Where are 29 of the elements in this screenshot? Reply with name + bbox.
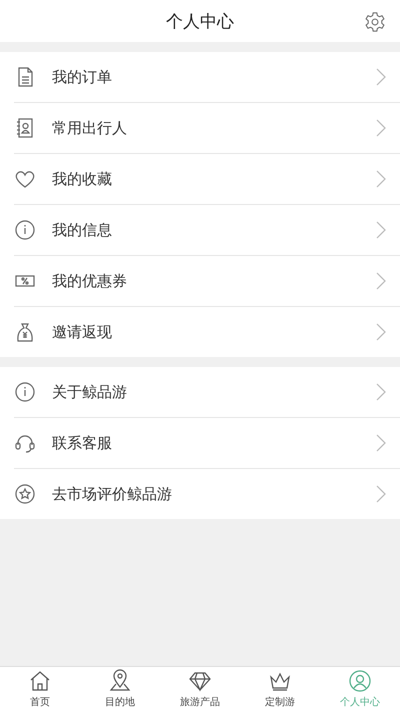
- tab[interactable]: 旅游产品: [160, 667, 240, 711]
- chevron-right-icon: [376, 68, 386, 86]
- menu-item[interactable]: 关于鲸品游: [0, 367, 400, 417]
- person-icon: [348, 669, 372, 693]
- chevron-right-icon: [376, 119, 386, 137]
- menu-item[interactable]: 我的信息: [0, 205, 400, 255]
- page-title: 个人中心: [166, 10, 234, 32]
- tab[interactable]: 定制游: [240, 667, 320, 711]
- tab[interactable]: 首页: [0, 667, 80, 711]
- home-icon: [28, 669, 52, 693]
- info-icon: [14, 381, 36, 403]
- chevron-right-icon: [376, 434, 386, 452]
- menu-item[interactable]: 我的优惠券: [0, 256, 400, 306]
- menu-item[interactable]: 联系客服: [0, 418, 400, 468]
- menu-item[interactable]: 去市场评价鲸品游: [0, 469, 400, 519]
- menu-item[interactable]: 我的订单: [0, 52, 400, 102]
- menu-item[interactable]: 我的收藏: [0, 154, 400, 204]
- menu-item[interactable]: 常用出行人: [0, 103, 400, 153]
- chevron-right-icon: [376, 383, 386, 401]
- chevron-right-icon: [376, 485, 386, 503]
- chevron-right-icon: [376, 221, 386, 239]
- menu-item[interactable]: 邀请返现: [0, 307, 400, 357]
- settings-icon[interactable]: [364, 11, 386, 33]
- map-pin-icon: [108, 669, 132, 693]
- chevron-right-icon: [376, 323, 386, 341]
- tab[interactable]: 目的地: [80, 667, 160, 711]
- chevron-right-icon: [376, 170, 386, 188]
- chevron-right-icon: [376, 272, 386, 290]
- info-icon: [14, 219, 36, 241]
